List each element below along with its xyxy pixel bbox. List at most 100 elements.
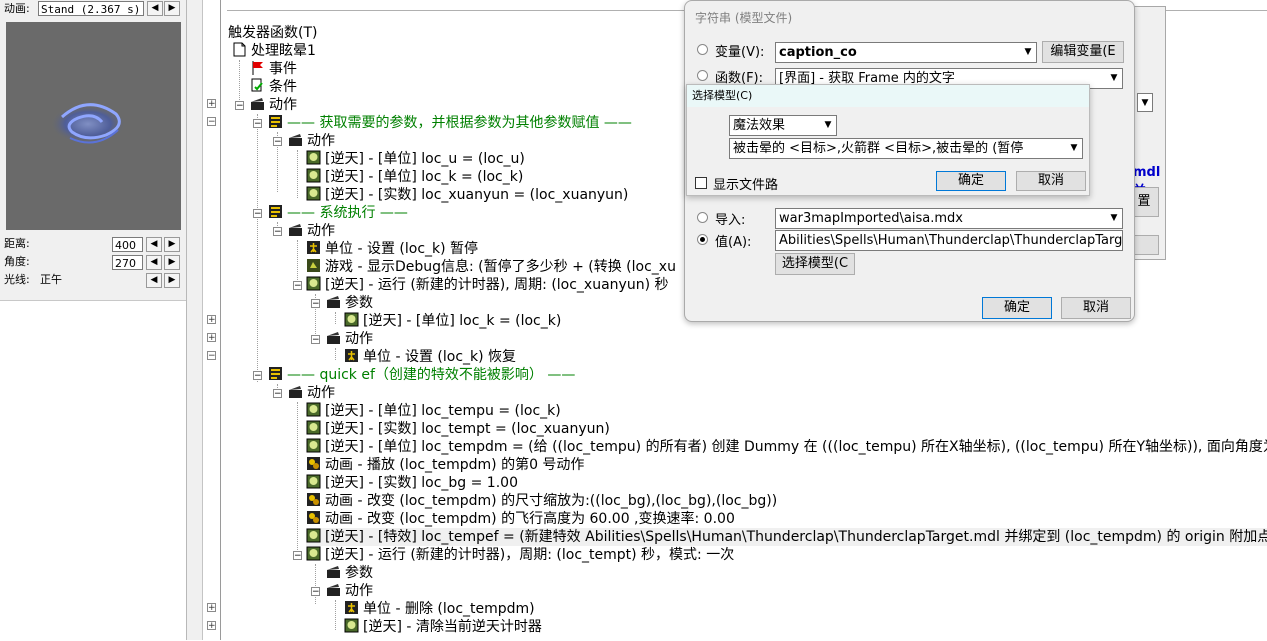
comment-row[interactable]: —— quick ef（创建的特效不能被影响） —— [268, 366, 575, 384]
gutter-expand-icon[interactable]: + [207, 99, 216, 109]
action-row[interactable]: [逆天] - 运行 (新建的计时器), 周期: (loc_xuanyun) 秒 [306, 276, 669, 294]
angle-field[interactable]: 270 [112, 255, 143, 270]
angle-increase-button[interactable]: ▶ [164, 255, 180, 270]
value-radio[interactable] [697, 234, 708, 245]
collapse-icon[interactable]: − [235, 101, 244, 111]
tree-params[interactable]: 参数 [326, 294, 373, 312]
action-row[interactable]: [逆天] - [单位] loc_u = (loc_u) [306, 150, 525, 168]
action-text: [逆天] - 运行 (新建的计时器)，周期: (loc_tempt) 秒，模式:… [325, 547, 735, 563]
collapse-icon[interactable]: − [293, 551, 302, 561]
clapperboard-icon [327, 584, 340, 596]
action-row[interactable]: 单位 - 设置 (loc_k) 暂停 [306, 240, 478, 258]
tree-events[interactable]: 事件 [250, 60, 297, 78]
import-select[interactable]: war3mapImported\aisa.mdx ▼ [775, 208, 1123, 229]
action-row[interactable]: [逆天] - [单位] loc_k = (loc_k) [306, 168, 523, 186]
cancel-button[interactable]: 取消 [1061, 297, 1131, 319]
tree-actions[interactable]: 动作 [288, 222, 335, 240]
angle-decrease-button[interactable]: ◀ [146, 255, 162, 270]
nitian-icon [306, 474, 321, 489]
comment-icon [269, 205, 282, 218]
collapse-icon[interactable]: − [253, 371, 262, 381]
action-text: [逆天] - [单位] loc_k = (loc_k) [363, 313, 562, 329]
import-radio[interactable] [697, 212, 708, 223]
action-row[interactable]: [逆天] - [单位] loc_tempdm = (给 ((loc_tempu)… [306, 438, 1267, 456]
collapse-icon[interactable]: − [311, 335, 320, 345]
action-row[interactable]: 动画 - 改变 (loc_tempdm) 的尺寸缩放为:((loc_bg),(l… [306, 492, 777, 510]
tree-actions[interactable]: 动作 [288, 384, 335, 402]
action-text: [逆天] - [单位] loc_tempdm = (给 ((loc_tempu)… [325, 439, 1267, 455]
ok-button[interactable]: 确定 [936, 171, 1006, 191]
action-row[interactable]: [逆天] - [单位] loc_tempu = (loc_k) [306, 402, 561, 420]
action-row[interactable]: 动画 - 改变 (loc_tempdm) 的飞行高度为 60.00 ,变换速率:… [306, 510, 735, 528]
ok-button[interactable]: 确定 [982, 297, 1052, 319]
collapse-icon[interactable]: − [273, 389, 282, 399]
unit-icon [345, 349, 358, 362]
comment-icon [269, 367, 282, 380]
action-row[interactable]: [逆天] - 运行 (新建的计时器)，周期: (loc_tempt) 秒，模式:… [306, 546, 734, 564]
animation-select[interactable]: Stand (2.367 s) [38, 1, 144, 16]
left-lower-area [0, 300, 186, 641]
chevron-down-icon[interactable]: ▼ [1137, 93, 1153, 112]
collapse-icon[interactable]: − [253, 119, 262, 129]
distance-field[interactable]: 400 [112, 237, 143, 252]
model-preview-viewport[interactable] [6, 22, 181, 230]
comment-row[interactable]: —— 获取需要的参数，并根据参数为其他参数赋值 —— [268, 114, 632, 132]
edit-variable-button[interactable]: 编辑变量(E [1042, 41, 1124, 63]
comment-row[interactable]: —— 系统执行 —— [268, 204, 408, 222]
distance-decrease-button[interactable]: ◀ [146, 237, 162, 252]
action-text: 动画 - 播放 (loc_tempdm) 的第0 号动作 [325, 457, 585, 473]
gutter-collapse-icon[interactable]: − [207, 117, 216, 127]
light-next-button[interactable]: ▶ [164, 273, 180, 288]
thunderclap-swirl-icon [50, 103, 126, 144]
light-value: 正午 [40, 273, 62, 286]
tree-params[interactable]: 参数 [326, 564, 373, 582]
gutter-expand-icon[interactable]: + [207, 315, 216, 325]
tree-actions[interactable]: 动作 [288, 132, 335, 150]
panel-splitter[interactable] [187, 0, 202, 640]
gutter-collapse-icon[interactable]: − [207, 351, 216, 361]
distance-increase-button[interactable]: ▶ [164, 237, 180, 252]
show-file-path-checkbox[interactable] [695, 177, 707, 189]
gutter-expand-icon[interactable]: + [207, 333, 216, 343]
action-row[interactable]: [逆天] - 清除当前逆天计时器 [344, 618, 542, 636]
action-text: 动画 - 改变 (loc_tempdm) 的飞行高度为 60.00 ,变换速率:… [325, 511, 735, 527]
action-row[interactable]: [逆天] - [单位] loc_k = (loc_k) [344, 312, 561, 330]
function-radio[interactable] [697, 70, 708, 81]
action-row[interactable]: 单位 - 设置 (loc_k) 恢复 [344, 348, 516, 366]
model-category-select[interactable]: 魔法效果 ▼ [729, 115, 837, 136]
collapse-icon[interactable]: − [311, 587, 320, 597]
collapse-icon[interactable]: − [293, 281, 302, 291]
collapse-icon[interactable]: − [273, 137, 282, 147]
gutter-expand-icon[interactable]: + [207, 603, 216, 613]
action-row[interactable]: 游戏 - 显示Debug信息: (暂停了多少秒 + (转换 (loc_xu [306, 258, 676, 276]
action-row[interactable]: [逆天] - [实数] loc_xuanyun = (loc_xuanyun) [306, 186, 628, 204]
light-prev-button[interactable]: ◀ [146, 273, 162, 288]
action-row[interactable]: [逆天] - [实数] loc_bg = 1.00 [306, 474, 518, 492]
collapse-icon[interactable]: − [273, 227, 282, 237]
actions-label: 动作 [307, 385, 335, 401]
collapse-icon[interactable]: − [253, 209, 262, 219]
action-text: 单位 - 删除 (loc_tempdm) [363, 601, 535, 617]
trigger-root[interactable]: 处理眩晕1 [232, 42, 316, 60]
value-field[interactable]: Abilities\Spells\Human\Thunderclap\Thund… [775, 230, 1123, 251]
action-row-selected[interactable]: [逆天] - [特效] loc_tempef = (新建特效 Abilities… [306, 528, 1267, 546]
animation-icon [307, 511, 320, 524]
tree-actions[interactable]: 动作 [326, 582, 373, 600]
choose-model-button[interactable]: 选择模型(C [775, 253, 855, 275]
action-row[interactable]: [逆天] - [实数] loc_tempt = (loc_xuanyun) [306, 420, 610, 438]
prev-animation-button[interactable]: ◀ [147, 1, 163, 16]
action-row[interactable]: 单位 - 删除 (loc_tempdm) [344, 600, 535, 618]
next-animation-button[interactable]: ▶ [164, 1, 180, 16]
cancel-button[interactable]: 取消 [1016, 171, 1086, 191]
tree-actions[interactable]: 动作 [326, 330, 373, 348]
variable-radio[interactable] [697, 44, 708, 55]
gutter-expand-icon[interactable]: + [207, 621, 216, 631]
model-select[interactable]: 被击晕的 <目标>,火箭群 <目标>,被击晕的 (暂停 ▼ [729, 138, 1083, 159]
action-row[interactable]: 动画 - 播放 (loc_tempdm) 的第0 号动作 [306, 456, 584, 474]
tree-actions[interactable]: 动作 [250, 96, 297, 114]
nitian-icon [344, 312, 359, 327]
action-text: [逆天] - [单位] loc_k = (loc_k) [325, 169, 524, 185]
variable-select[interactable]: caption_co ▼ [775, 42, 1037, 63]
collapse-icon[interactable]: − [311, 299, 320, 309]
tree-conditions[interactable]: 条件 [250, 78, 297, 96]
